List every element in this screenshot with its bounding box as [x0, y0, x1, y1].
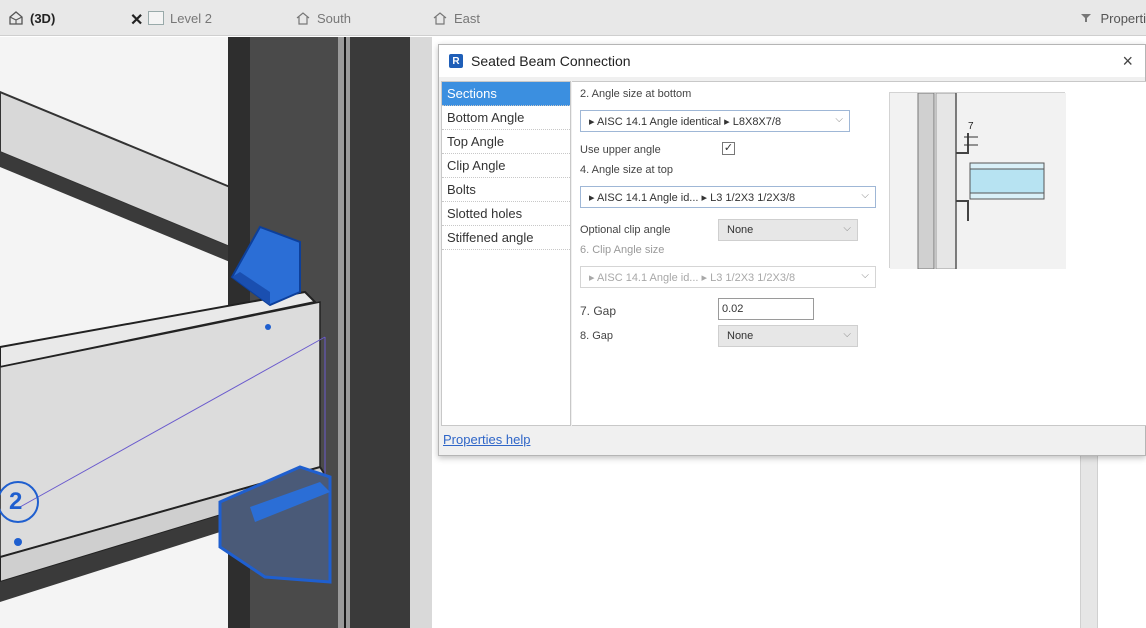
dialog-title: Seated Beam Connection: [471, 53, 631, 69]
tab-east[interactable]: East: [432, 0, 480, 36]
chevron-down-icon: ⌵: [861, 190, 869, 201]
angle-bottom-select[interactable]: ▸ AISC 14.1 Angle identical ▸ L8X8X7/8 ⌵: [580, 110, 850, 132]
tab-3d-label: (3D): [30, 10, 56, 26]
gap-8-value: None: [727, 330, 754, 342]
dialog-nav-list: Sections Bottom Angle Top Angle Clip Ang…: [441, 81, 571, 426]
use-upper-angle-label: Use upper angle: [580, 144, 661, 156]
dialog-title-bar[interactable]: R Seated Beam Connection ×: [439, 45, 1145, 77]
tab-east-label: East: [454, 10, 481, 26]
sections-content-panel: 2. Angle size at bottom ▸ AISC 14.1 Angl…: [572, 81, 1146, 426]
connection-preview-image: 7: [889, 92, 1066, 270]
nav-item-clip-angle[interactable]: Clip Angle: [442, 154, 570, 178]
tab-3d-view[interactable]: (3D): [8, 0, 55, 36]
grid-bubble-label: 2: [9, 488, 23, 515]
3d-viewport[interactable]: 2: [0, 37, 432, 628]
tab-level-2[interactable]: Level 2: [148, 0, 212, 36]
elevation-house-icon: [295, 10, 311, 26]
tab-south-label: South: [317, 10, 351, 26]
clip-angle-value: None: [727, 224, 754, 236]
properties-scroll-track[interactable]: [1080, 440, 1098, 628]
nav-item-bolts[interactable]: Bolts: [442, 178, 570, 202]
nav-item-stiffened-angle[interactable]: Stiffened angle: [442, 226, 570, 250]
filter-icon: [1078, 10, 1094, 26]
close-tab-icon[interactable]: ✕: [130, 10, 143, 30]
gap-8-label: 8. Gap: [580, 330, 614, 342]
tab-south[interactable]: South: [295, 0, 351, 36]
plan-view-icon: [148, 11, 164, 25]
angle-bottom-label: 2. Angle size at bottom: [580, 88, 692, 100]
nav-item-bottom-angle[interactable]: Bottom Angle: [442, 106, 570, 130]
clip-angle-label: Optional clip angle: [580, 224, 671, 236]
3d-house-icon: [8, 10, 24, 26]
preview-dimension-label: 7: [968, 121, 974, 132]
properties-label: Properti: [1100, 10, 1146, 26]
angle-bottom-value: ▸ AISC 14.1 Angle identical ▸ L8X8X7/8: [589, 115, 782, 128]
revit-app-icon: R: [449, 54, 463, 68]
gap-7-label: 7. Gap: [580, 304, 617, 318]
clip-angle-size-label: 6. Clip Angle size: [580, 244, 665, 256]
clip-angle-size-value: ▸ AISC 14.1 Angle id... ▸ L3 1/2X3 1/2X3…: [589, 271, 796, 284]
gap-8-select[interactable]: None ⌵: [718, 325, 858, 347]
chevron-down-icon: ⌵: [843, 329, 851, 340]
gap-7-input[interactable]: 0.02: [718, 298, 814, 320]
close-icon[interactable]: ×: [1122, 51, 1133, 72]
angle-top-value: ▸ AISC 14.1 Angle id... ▸ L3 1/2X3 1/2X3…: [589, 191, 796, 204]
properties-help-link[interactable]: Properties help: [443, 432, 530, 447]
angle-top-label: 4. Angle size at top: [580, 164, 673, 176]
chevron-down-icon: ⌵: [861, 270, 869, 281]
elevation-house-icon: [432, 10, 448, 26]
angle-top-select[interactable]: ▸ AISC 14.1 Angle id... ▸ L3 1/2X3 1/2X3…: [580, 186, 876, 208]
seated-beam-connection-dialog: R Seated Beam Connection × Sections Bott…: [438, 44, 1146, 456]
chevron-down-icon: ⌵: [843, 223, 851, 234]
clip-angle-size-select: ▸ AISC 14.1 Angle id... ▸ L3 1/2X3 1/2X3…: [580, 266, 876, 288]
properties-panel-header[interactable]: Properti: [1078, 0, 1146, 36]
nav-item-sections[interactable]: Sections: [442, 82, 570, 106]
tab-level-2-label: Level 2: [170, 10, 212, 26]
chevron-down-icon: ⌵: [835, 114, 843, 125]
nav-item-slotted-holes[interactable]: Slotted holes: [442, 202, 570, 226]
use-upper-angle-checkbox[interactable]: ✓: [722, 142, 735, 155]
nav-item-top-angle[interactable]: Top Angle: [442, 130, 570, 154]
clip-angle-select[interactable]: None ⌵: [718, 219, 858, 241]
view-tab-bar: (3D) ✕ Level 2 South East Properti: [0, 0, 1146, 36]
